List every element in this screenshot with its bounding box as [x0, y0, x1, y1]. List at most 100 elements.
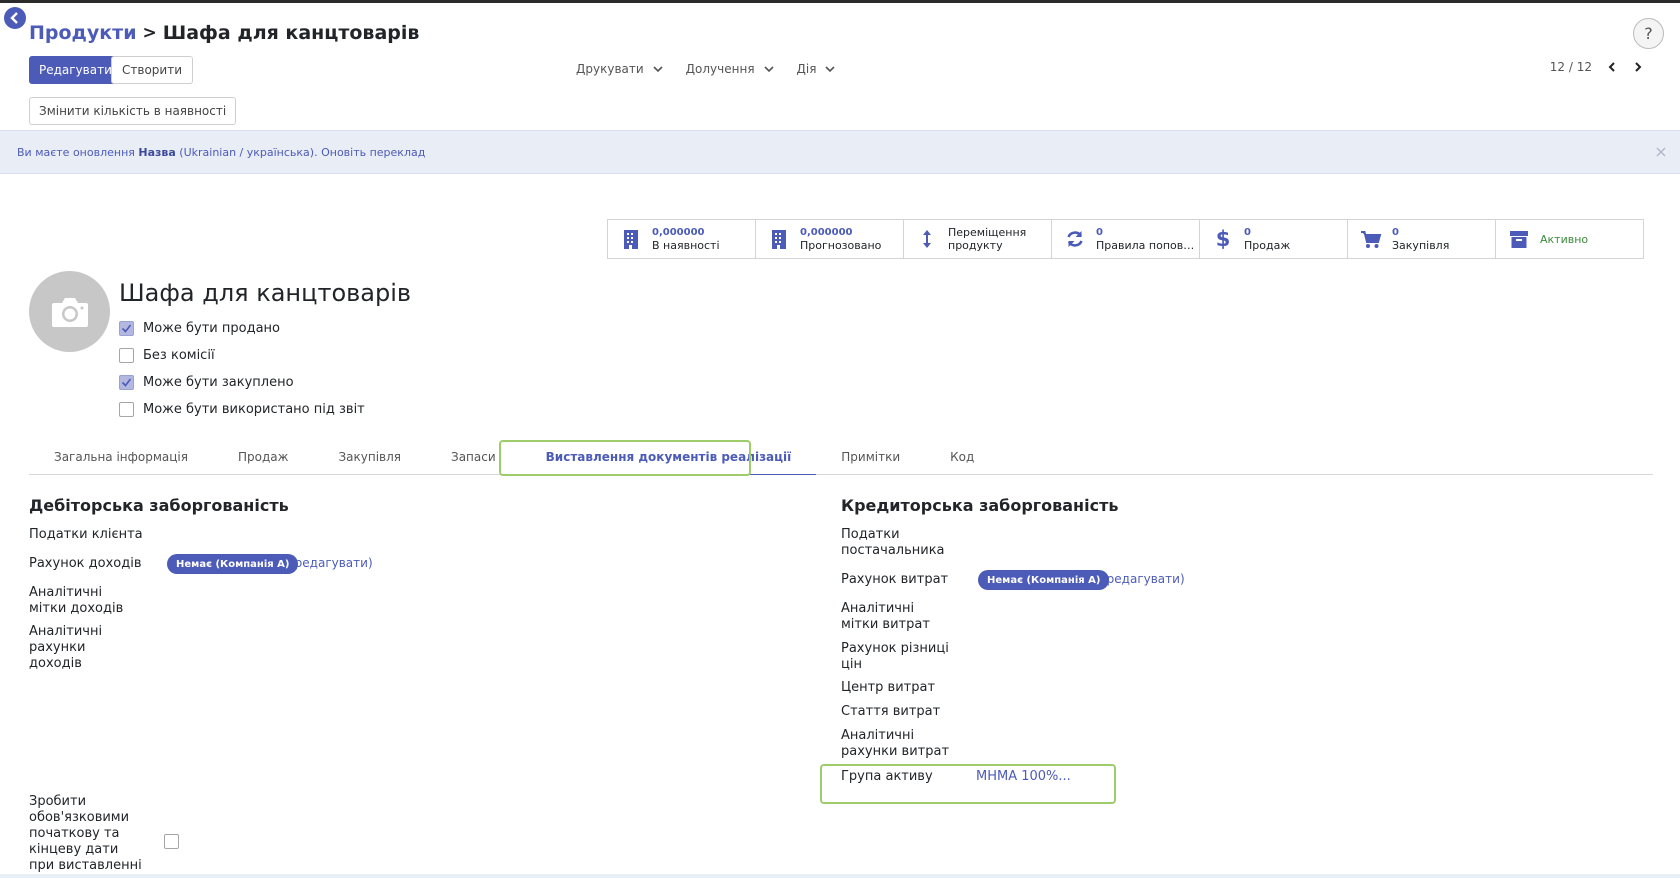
pager-value: 12 / 12 [1549, 60, 1592, 74]
expense-analytic-label: Аналітичні рахунки витрат [841, 728, 950, 759]
check-icon [121, 324, 132, 333]
option-label: Може бути використано під звіт [143, 402, 365, 417]
building-icon [624, 230, 638, 249]
tab-inventory[interactable]: Запаси [426, 439, 521, 475]
pager-next-button[interactable] [1632, 61, 1644, 73]
mandatory-dates-checkbox[interactable] [164, 834, 179, 849]
can-be-purchased-checkbox[interactable] [119, 375, 134, 390]
mandatory-dates-label: Зробити обов'язковими початкову та кінце… [29, 794, 142, 873]
sales-button[interactable]: $ 0 Продаж [1199, 219, 1348, 259]
option-row: Може бути продано [119, 320, 365, 337]
can-be-sold-checkbox[interactable] [119, 321, 134, 336]
asset-group-link[interactable]: МНМА 100%... [976, 769, 1071, 784]
stat-label: Продаж [1244, 239, 1291, 252]
option-label: Може бути продано [143, 321, 280, 336]
tab-code[interactable]: Код [925, 439, 999, 475]
camera-icon [51, 297, 88, 327]
option-row: Без комісії [119, 347, 365, 364]
forecasted-button[interactable]: 0,000000 Прогнозовано [755, 219, 904, 259]
action-menus: Друкувати Долучення Дія [576, 62, 836, 76]
notebook-tabs: Загальна інформація Продаж Закупівля Зап… [29, 439, 1653, 475]
stat-label: В наявності [652, 239, 720, 252]
stat-label: Активно [1540, 232, 1589, 246]
option-row: Може бути використано під звіт [119, 401, 365, 418]
attachments-menu-label: Долучення [685, 62, 755, 76]
translation-alert: Ви маєте оновлення Назва (Ukrainian / ук… [0, 130, 1680, 174]
create-button[interactable]: Створити [111, 56, 193, 84]
svg-text:$: $ [1216, 228, 1231, 250]
help-button[interactable]: ? [1633, 18, 1664, 49]
stat-value: 0 [1392, 227, 1399, 238]
chevron-down-icon [763, 66, 774, 73]
income-account-label: Рахунок доходів [29, 556, 142, 571]
stat-value: 0,000000 [800, 227, 853, 238]
stat-value: 0,000000 [652, 227, 705, 238]
tab-invoicing[interactable]: Виставлення документів реалізації [520, 439, 817, 475]
pager-previous-button[interactable] [1606, 61, 1618, 73]
stat-label: Закупівля [1392, 239, 1450, 252]
income-analytic-label: Аналітичні рахунки доходів [29, 624, 103, 671]
alert-field: Назва [138, 145, 176, 159]
breadcrumb-parent-link[interactable]: Продукти [29, 22, 137, 44]
cost-center-label: Центр витрат [841, 680, 936, 695]
receivable-section-title: Дебіторська заборгованість [29, 496, 289, 515]
stat-label: Прогнозовано [800, 239, 882, 252]
archive-toggle-button[interactable]: Активно [1495, 219, 1644, 259]
stat-value: 0 [1096, 227, 1103, 238]
option-label: Без комісії [143, 348, 215, 363]
action-menu[interactable]: Дія [797, 62, 837, 76]
expense-account-tag[interactable]: Немає (Компанія А) [978, 570, 1110, 590]
tab-purchase[interactable]: Закупівля [313, 439, 426, 475]
breadcrumb-separator: > [142, 23, 157, 43]
on-hand-button[interactable]: 0,000000 В наявності [607, 219, 756, 259]
edit-button[interactable]: Редагувати [29, 56, 122, 84]
update-quantity-button[interactable]: Змінити кількість в наявності [29, 97, 237, 125]
update-translation-link[interactable]: Оновіть переклад [321, 146, 425, 159]
option-label: Може бути закуплено [143, 375, 294, 390]
action-menu-label: Дія [796, 62, 817, 76]
archive-icon [1510, 231, 1528, 248]
chevron-down-icon [825, 66, 836, 73]
alert-language: (Ukrainian / українська). [179, 145, 318, 159]
tab-notes[interactable]: Примітки [816, 439, 925, 475]
can-be-expensed-checkbox[interactable] [119, 402, 134, 417]
no-commission-checkbox[interactable] [119, 348, 134, 363]
attachments-menu[interactable]: Долучення [686, 62, 775, 76]
income-account-edit-link[interactable]: (редагувати) [290, 556, 373, 570]
expense-tags-label: Аналітичні мітки витрат [841, 601, 930, 632]
arrows-vertical-icon [923, 230, 931, 248]
page-title: Шафа для канцтоварів [162, 22, 420, 44]
building-icon [772, 230, 786, 249]
stat-label: Правила поповн… [1096, 239, 1196, 252]
close-icon[interactable] [1654, 145, 1668, 159]
stat-value: 0 [1244, 227, 1251, 238]
chevron-down-icon [653, 66, 663, 73]
purchases-button[interactable]: 0 Закупівля [1347, 219, 1496, 259]
product-image[interactable] [29, 271, 110, 352]
tab-general-info[interactable]: Загальна інформація [29, 439, 213, 475]
check-icon [121, 378, 132, 387]
product-name[interactable]: Шафа для канцтоварів [119, 279, 411, 307]
reordering-rules-button[interactable]: 0 Правила поповн… [1051, 219, 1200, 259]
customer-taxes-label: Податки клієнта [29, 527, 143, 542]
expense-account-edit-link[interactable]: (редагувати) [1102, 572, 1185, 586]
income-tags-label: Аналітичні мітки доходів [29, 585, 124, 616]
alert-prefix: Ви маєте оновлення [17, 145, 135, 159]
breadcrumb: Продукти > Шафа для канцтоварів [29, 22, 419, 44]
expense-item-label: Стаття витрат [841, 704, 941, 719]
dollar-icon: $ [1216, 228, 1231, 250]
smart-buttons: 0,000000 В наявності 0,000000 Прогнозовано… [607, 219, 1644, 259]
stat-label: Переміщення продукту [948, 226, 1027, 252]
asset-group-label: Група активу [841, 769, 933, 784]
chevron-right-icon [1635, 62, 1642, 72]
cart-icon [1361, 231, 1382, 248]
print-menu-label: Друкувати [576, 62, 644, 76]
product-moves-button[interactable]: Переміщення продукту [903, 219, 1052, 259]
tab-sales[interactable]: Продаж [213, 439, 313, 475]
payable-section-title: Кредиторська заборгованість [841, 496, 1119, 515]
income-account-tag[interactable]: Немає (Компанія А) [167, 554, 299, 574]
pager: 12 / 12 [1550, 60, 1644, 74]
print-menu[interactable]: Друкувати [576, 62, 664, 76]
back-button[interactable] [4, 7, 26, 29]
help-label: ? [1644, 24, 1653, 43]
